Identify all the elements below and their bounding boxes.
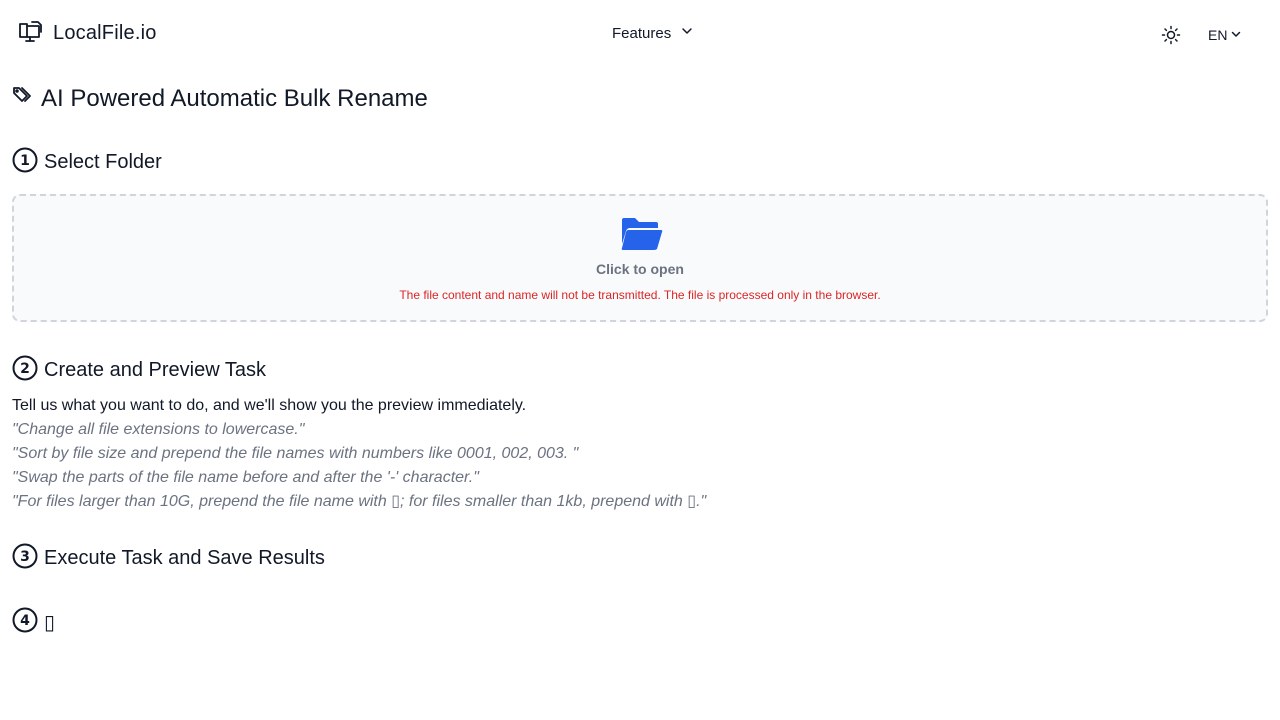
- language-label: EN: [1208, 26, 1228, 43]
- features-menu[interactable]: Features: [612, 24, 693, 42]
- tags-icon: [12, 84, 36, 113]
- svg-text:3: 3: [20, 549, 30, 565]
- page-title: AI Powered Automatic Bulk Rename: [12, 84, 428, 113]
- step-4-title: ▯: [44, 612, 56, 634]
- circled-number-3-icon: 3: [12, 543, 38, 574]
- theme-toggle-button[interactable]: [1161, 25, 1181, 50]
- svg-text:4: 4: [20, 613, 30, 629]
- header: LocalFile.io Features EN: [0, 0, 1280, 66]
- language-selector[interactable]: EN: [1208, 25, 1241, 44]
- task-example[interactable]: "Sort by file size and prepend the file …: [12, 445, 706, 469]
- task-example[interactable]: "Swap the parts of the file name before …: [12, 469, 706, 493]
- circled-number-1-icon: 1: [12, 147, 38, 178]
- task-example[interactable]: "Change all file extensions to lowercase…: [12, 421, 706, 445]
- sun-icon: [1161, 25, 1181, 49]
- svg-text:1: 1: [20, 153, 30, 169]
- step-2-title: Create and Preview Task: [44, 359, 266, 381]
- step-4-heading: 4 ▯: [12, 607, 55, 638]
- click-to-open-label: Click to open: [596, 261, 684, 277]
- features-label: Features: [612, 24, 672, 42]
- circled-number-2-icon: 2: [12, 355, 38, 386]
- page-title-text: AI Powered Automatic Bulk Rename: [41, 84, 428, 112]
- logo-link[interactable]: LocalFile.io: [17, 20, 157, 46]
- task-example[interactable]: "For files larger than 10G, prepend the …: [12, 493, 706, 517]
- privacy-notice: The file content and name will not be tr…: [399, 288, 881, 302]
- svg-text:2: 2: [20, 361, 30, 377]
- logo-text: LocalFile.io: [53, 21, 157, 44]
- circled-number-4-icon: 4: [12, 607, 38, 638]
- monitor-file-icon: [17, 20, 43, 46]
- folder-open-icon: [620, 216, 664, 257]
- task-examples: "Change all file extensions to lowercase…: [12, 421, 706, 517]
- chevron-down-icon: [671, 24, 693, 42]
- step-3-title: Execute Task and Save Results: [44, 547, 325, 569]
- step-2-heading: 2 Create and Preview Task: [12, 355, 266, 386]
- task-description: Tell us what you want to do, and we'll s…: [12, 397, 527, 414]
- step-1-title: Select Folder: [44, 151, 162, 173]
- step-1-heading: 1 Select Folder: [12, 147, 162, 178]
- folder-dropzone[interactable]: Click to open The file content and name …: [12, 194, 1268, 322]
- step-3-heading: 3 Execute Task and Save Results: [12, 543, 325, 574]
- chevron-down-icon: [1227, 25, 1241, 44]
